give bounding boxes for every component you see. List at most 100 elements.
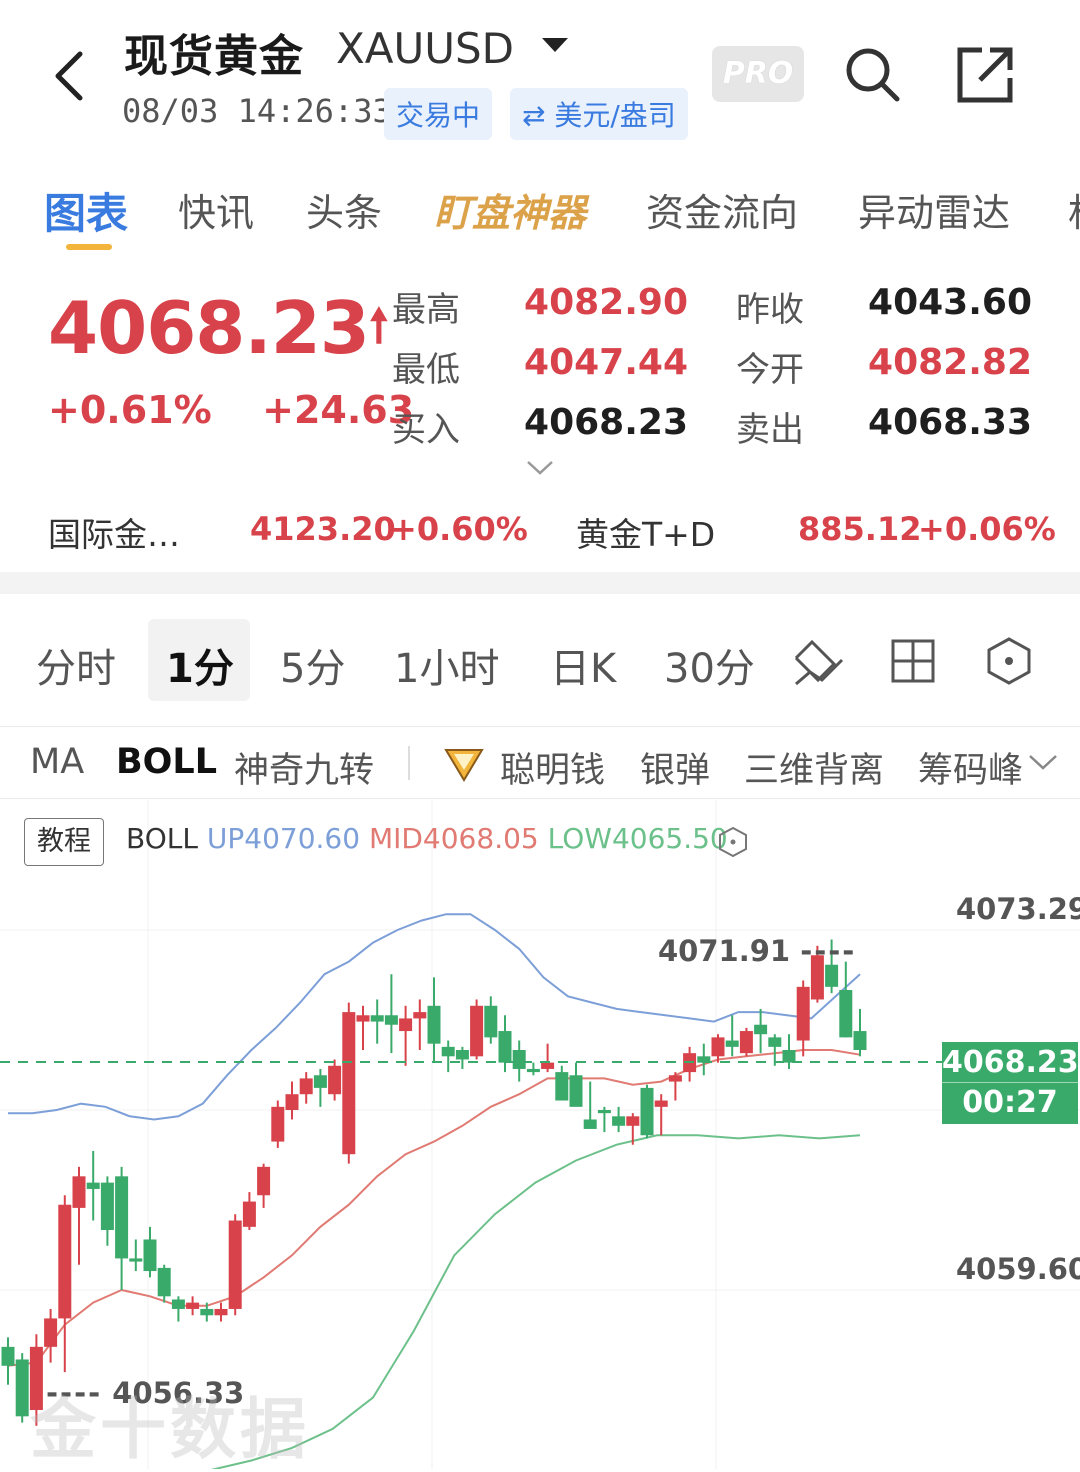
tab-watch-tool[interactable]: 盯盘神器 [434,182,586,237]
ask-label: 卖出 [736,410,804,450]
expand-stats-button[interactable] [524,456,556,482]
candle [186,1296,200,1316]
period-daily[interactable]: 日K [550,636,616,694]
candle-body [739,1031,753,1054]
more-indicators-button[interactable] [1026,748,1060,782]
draw-pen-icon [794,639,844,686]
indicator-boll[interactable]: BOLL [116,742,217,782]
change-percent: +0.61% [48,388,212,432]
candle [470,999,484,1060]
indicator-chip-peak[interactable]: 筹码峰 [918,742,1023,793]
period-1min[interactable]: 1分 [166,636,234,694]
candle [853,1008,867,1057]
candle [399,1005,413,1066]
candle-body [825,964,839,987]
candle [441,1040,455,1073]
candle [115,1166,129,1290]
boll-up-value: UP4070.60 [206,822,361,855]
boll-low-value: LOW4065.50 [547,822,728,855]
chevron-down-icon [527,461,553,475]
indicator-smart-money[interactable]: 聪明钱 [500,742,605,793]
candle-body [228,1220,242,1309]
candle [654,1094,668,1136]
benchmark-name[interactable]: 黄金T+D [576,508,715,556]
indicator-silver-bullet[interactable]: 银弹 [640,742,710,793]
candle [228,1214,242,1316]
candle [597,1106,611,1133]
last-price: 4068.23🠕 [48,286,389,370]
period-intraday[interactable]: 分时 [36,636,116,694]
indicator-magic-nine[interactable]: 神奇九转 [234,742,374,793]
candle [1,1337,15,1385]
period-30min[interactable]: 30分 [664,636,755,694]
instrument-symbol[interactable]: XAUUSD [336,24,514,73]
divider [0,798,1080,799]
grid-icon [891,639,935,683]
watermark-logo: 金十数据 [30,1391,310,1468]
candle [583,1081,597,1129]
candle-body [597,1110,611,1114]
layout-grid-button[interactable] [890,638,936,688]
price-up-arrow-icon: 🠕 [368,298,389,352]
active-tab-indicator [66,244,112,250]
pro-button[interactable]: PRO [712,46,804,102]
tab-capital-flow[interactable]: 资金流向 [646,182,798,237]
period-5min[interactable]: 5分 [280,636,345,694]
boll-settings-button[interactable] [718,826,748,862]
tab-more[interactable]: 相 [1068,182,1080,237]
ask-value: 4068.33 [868,402,1032,443]
share-button[interactable] [956,44,1016,108]
candle [143,1226,157,1278]
tab-anomaly-radar[interactable]: 异动雷达 [858,182,1010,237]
chart-settings-button[interactable] [984,636,1034,690]
candle-body [200,1308,214,1316]
candle-body [15,1359,29,1417]
tutorial-button[interactable]: 教程 [24,818,104,866]
candle-body [654,1100,668,1107]
tab-chart[interactable]: 图表 [44,180,128,241]
candle-body [754,1024,768,1035]
candle [640,1084,654,1139]
search-button[interactable] [842,44,902,108]
draw-tool-button[interactable] [792,634,846,692]
divider [408,746,410,780]
candle-body [668,1075,682,1082]
candle [171,1296,185,1322]
currency-unit-badge[interactable]: ⇄ 美元/盎司 [510,88,688,140]
candle [271,1100,285,1148]
candle [697,1043,711,1076]
benchmark-change: +0.06% [918,510,1056,548]
benchmark-price: 4123.20 [250,510,396,548]
instrument-title: 现货黄金 [124,31,304,82]
indicator-3d-divergence[interactable]: 三维背离 [744,742,884,793]
candle-body [626,1116,640,1126]
quote-timestamp: 08/03 14:26:33 [122,92,392,130]
candle [313,1068,327,1107]
candle-body [115,1176,129,1259]
tab-headlines[interactable]: 头条 [306,182,382,237]
candle [683,1046,697,1082]
candle-body [356,1015,370,1022]
tab-news-flash[interactable]: 快讯 [178,182,254,237]
candle-body [129,1258,143,1262]
candle [370,999,384,1044]
chevron-down-icon [1029,755,1057,770]
boll-legend: BOLL UP4070.60 MID4068.05 LOW4065.50 [126,822,728,855]
hexagon-settings-icon [987,637,1031,685]
candle-body [640,1087,654,1136]
current-price-tag-value: 4068.23 [942,1042,1079,1083]
symbol-dropdown-icon[interactable] [542,38,568,52]
indicator-ma[interactable]: MA [30,742,84,782]
open-value: 4082.82 [868,342,1032,383]
candle-body [782,1050,796,1063]
candle-body [725,1040,739,1047]
candle [15,1353,29,1423]
candle-body [711,1037,725,1057]
candle [214,1302,228,1322]
period-1hour[interactable]: 1小时 [394,636,499,694]
back-button[interactable] [40,40,100,110]
max-price-annotation: 4071.91 ---- [658,934,857,968]
benchmark-row[interactable]: 国际金… [48,508,180,556]
candlestick-chart[interactable] [0,800,1080,1469]
candle [384,974,398,1054]
